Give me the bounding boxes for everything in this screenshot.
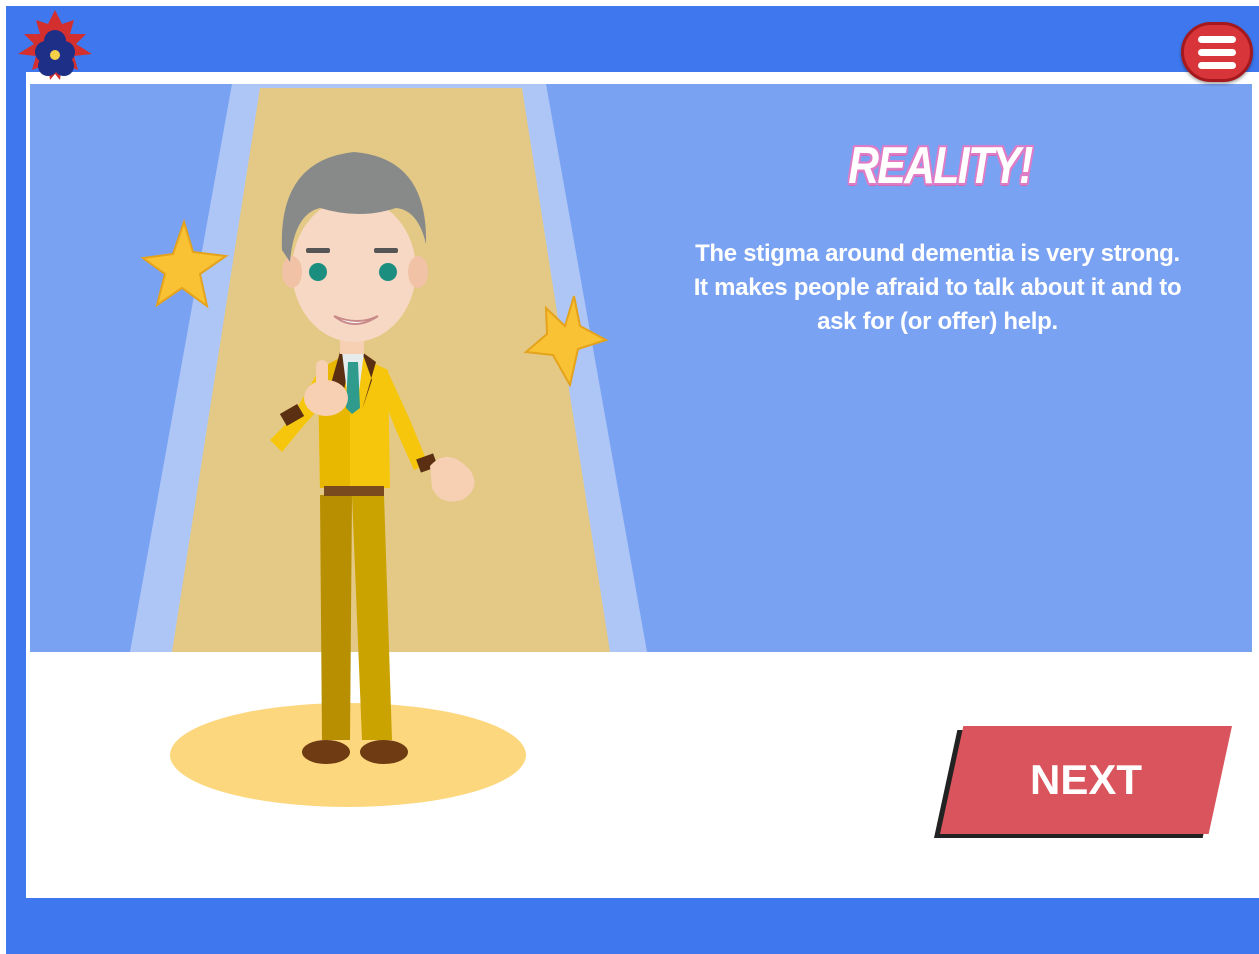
- scene-background: [30, 84, 1252, 652]
- next-button[interactable]: NEXT: [934, 726, 1232, 838]
- next-button-label: NEXT: [1029, 756, 1142, 803]
- reality-description: The stigma around dementia is very stron…: [693, 240, 1182, 335]
- maple-leaf-flower-logo-icon[interactable]: [12, 8, 98, 90]
- hamburger-menu-icon-bar: [1198, 61, 1236, 69]
- menu-button[interactable]: [1181, 22, 1253, 82]
- reality-heading: REALITY!: [848, 137, 1033, 195]
- hamburger-menu-icon: [1198, 35, 1236, 43]
- hamburger-menu-icon-bar: [1198, 48, 1236, 56]
